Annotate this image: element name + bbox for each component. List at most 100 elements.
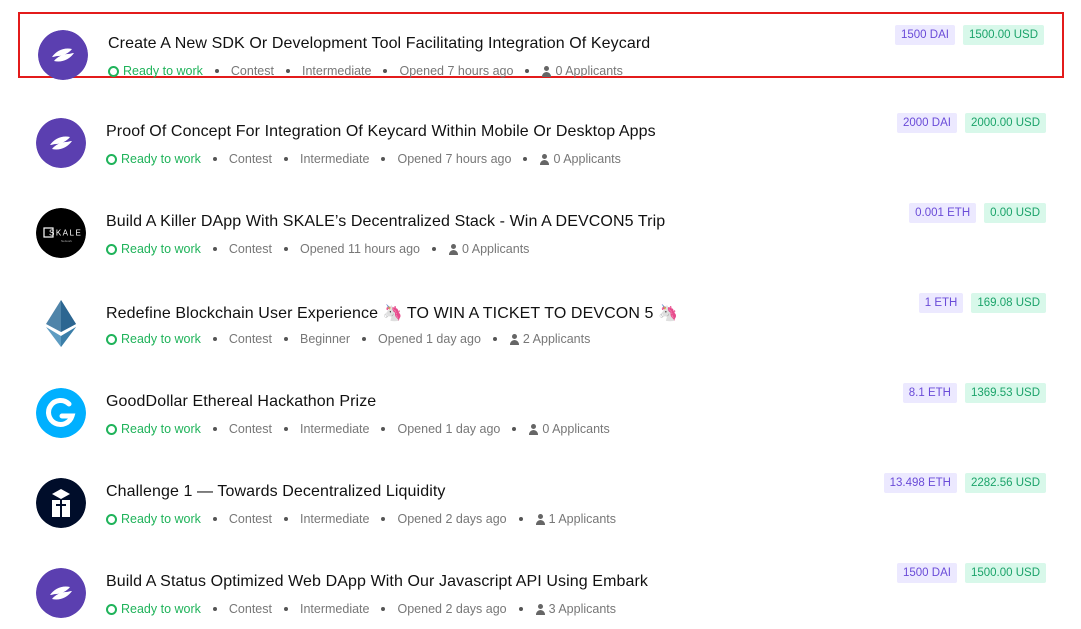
- crypto-amount-badge: 1500 DAI: [895, 25, 955, 45]
- applicants-count: 1 Applicants: [548, 512, 617, 526]
- separator-dot: [212, 427, 217, 431]
- bounty-title[interactable]: Create A New SDK Or Development Tool Fac…: [108, 35, 650, 53]
- applicants-count: 3 Applicants: [548, 602, 617, 616]
- bounty-title[interactable]: Proof Of Concept For Integration Of Keyc…: [106, 123, 656, 141]
- separator-dot: [284, 517, 288, 521]
- status-label: Ready to work: [106, 332, 201, 346]
- separator-dot: [362, 337, 367, 341]
- usd-amount-badge: 0.00 USD: [984, 203, 1046, 223]
- status-label: Ready to work: [108, 64, 203, 78]
- separator-dot: [381, 157, 386, 161]
- meta-item: Contest: [228, 332, 272, 346]
- svg-text:SKALE: SKALE: [49, 229, 82, 238]
- bounty-meta: Ready to work Contest Intermediate Opened 7…: [106, 152, 621, 166]
- reward-badges: 1500 DAI 1500.00 USD: [897, 563, 1046, 583]
- bounty-title[interactable]: Challenge 1 — Towards Decentralized Liqu…: [106, 483, 446, 501]
- bounty-meta: Ready to work Contest Intermediate Opened 1…: [106, 422, 610, 436]
- crypto-amount-badge: 0.001 ETH: [909, 203, 977, 223]
- bounty-list: Create A New SDK Or Development Tool Fac…: [0, 0, 1081, 629]
- usd-amount-badge: 2282.56 USD: [964, 473, 1046, 493]
- separator-dot: [381, 427, 386, 431]
- separator-dot: [212, 247, 217, 251]
- reward-badges: 8.1 ETH 1369.53 USD: [902, 383, 1046, 403]
- crypto-amount-badge: 13.498 ETH: [883, 473, 957, 493]
- user-icon: [448, 243, 459, 255]
- separator-dot: [214, 69, 219, 73]
- bounty-title[interactable]: Build A Killer DApp With SKALE’s Decentr…: [106, 213, 665, 231]
- meta-item: Opened 11 hours ago: [300, 242, 421, 256]
- meta-item: Intermediate: [300, 152, 370, 166]
- user-icon: [541, 65, 552, 77]
- separator-dot: [381, 607, 386, 611]
- separator-dot: [492, 337, 497, 341]
- crypto-amount-badge: 1500 DAI: [897, 563, 957, 583]
- status-text: Ready to work: [121, 512, 201, 526]
- bounty-title[interactable]: Redefine Blockchain User Experience 🦄 TO…: [106, 303, 678, 323]
- bounty-row[interactable]: Redefine Blockchain User Experience 🦄 TO…: [18, 282, 1064, 348]
- meta-item: Intermediate: [300, 422, 370, 436]
- status-logo-icon: [36, 568, 86, 618]
- bounty-title[interactable]: GoodDollar Ethereal Hackathon Prize: [106, 393, 376, 411]
- gooddollar-logo-icon: [36, 388, 86, 438]
- separator-dot: [212, 337, 217, 341]
- usd-amount-badge: 169.08 USD: [971, 293, 1046, 313]
- meta-item: Intermediate: [300, 602, 370, 616]
- status-text: Ready to work: [123, 64, 203, 78]
- meta-item: Intermediate: [300, 512, 370, 526]
- meta-item: Opened 2 days ago: [397, 512, 507, 526]
- ready-status-icon: [106, 153, 117, 165]
- reward-badges: 13.498 ETH 2282.56 USD: [883, 473, 1046, 493]
- ready-status-icon: [106, 333, 117, 345]
- separator-dot: [212, 607, 217, 611]
- applicants-count: 0 Applicants: [553, 152, 621, 166]
- bounty-row[interactable]: Build A Status Optimized Web DApp With O…: [18, 552, 1064, 618]
- separator-dot: [284, 607, 288, 611]
- status-label: Ready to work: [106, 512, 201, 526]
- separator-dot: [525, 69, 530, 73]
- applicants-count: 0 Applicants: [555, 64, 623, 78]
- user-icon: [509, 333, 520, 345]
- separator-dot: [284, 157, 288, 161]
- ready-status-icon: [106, 243, 117, 255]
- separator-dot: [284, 427, 288, 431]
- separator-dot: [284, 337, 288, 341]
- meta-item: Contest: [228, 152, 272, 166]
- separator-dot: [512, 427, 517, 431]
- meta-item: Opened 1 day ago: [397, 422, 501, 436]
- bounty-row[interactable]: Proof Of Concept For Integration Of Keyc…: [18, 102, 1064, 168]
- usd-amount-badge: 2000.00 USD: [964, 113, 1046, 133]
- separator-dot: [381, 517, 386, 521]
- separator-dot: [212, 517, 217, 521]
- separator-dot: [383, 69, 388, 73]
- status-logo-icon: [38, 30, 88, 80]
- user-icon: [528, 423, 539, 435]
- user-icon: [535, 513, 546, 525]
- bancor-logo-icon: [36, 478, 86, 528]
- bounty-title[interactable]: Build A Status Optimized Web DApp With O…: [106, 573, 648, 591]
- status-label: Ready to work: [106, 152, 201, 166]
- meta-item: Opened 2 days ago: [397, 602, 507, 616]
- crypto-amount-badge: 8.1 ETH: [902, 383, 957, 403]
- bounty-row[interactable]: Challenge 1 — Towards Decentralized Liqu…: [18, 462, 1064, 528]
- meta-item: Contest: [228, 602, 272, 616]
- meta-item: Opened 1 day ago: [378, 332, 481, 346]
- user-icon: [539, 153, 550, 165]
- bounty-meta: Ready to work Contest Opened 11 hours ago 0…: [106, 242, 529, 256]
- bounty-meta: Ready to work Contest Intermediate Opened 7…: [108, 64, 623, 78]
- status-logo-icon: [36, 118, 86, 168]
- usd-amount-badge: 1500.00 USD: [962, 25, 1044, 45]
- usd-amount-badge: 1369.53 USD: [964, 383, 1046, 403]
- ready-status-icon: [106, 513, 117, 525]
- meta-item: Contest: [228, 422, 272, 436]
- reward-badges: 1500 DAI 1500.00 USD: [895, 25, 1044, 45]
- status-label: Ready to work: [106, 422, 201, 436]
- status-text: Ready to work: [121, 242, 201, 256]
- reward-badges: 0.001 ETH 0.00 USD: [909, 203, 1046, 223]
- separator-dot: [212, 157, 217, 161]
- bounty-row[interactable]: SKALE Network Build A Killer DApp With SKA…: [18, 192, 1064, 258]
- applicants-count: 2 Applicants: [522, 332, 591, 346]
- bounty-row[interactable]: GoodDollar Ethereal Hackathon Prize Ready…: [18, 372, 1064, 438]
- bounty-row[interactable]: Create A New SDK Or Development Tool Fac…: [18, 12, 1064, 80]
- separator-dot: [518, 607, 523, 611]
- reward-badges: 1 ETH 169.08 USD: [918, 293, 1046, 313]
